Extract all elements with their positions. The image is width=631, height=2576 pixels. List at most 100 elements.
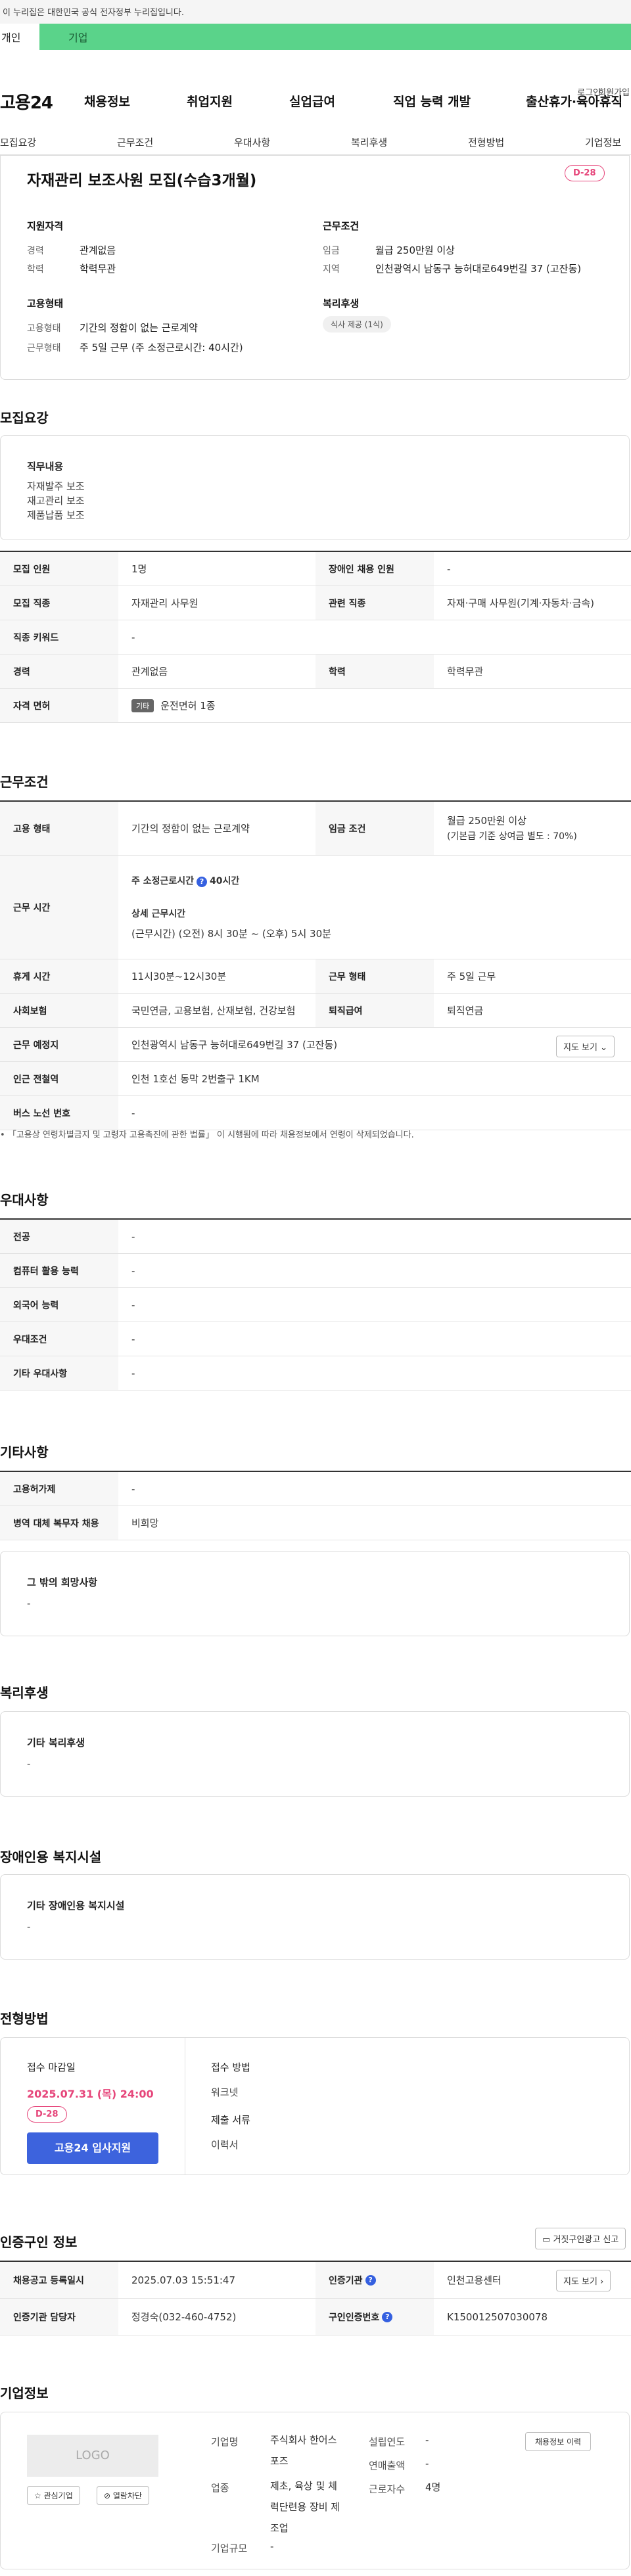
util-bar: 로그인 회원가입 (0, 50, 631, 98)
welfare-etc-label: 기타 복리후생 (27, 1737, 85, 1749)
disability-section-title: 장애인용 복지시설 (0, 1849, 102, 1865)
employees-value: 4명 (425, 2481, 441, 2493)
tab-personal[interactable]: 개인 (0, 24, 39, 50)
map-button[interactable]: 지도 보기 › (556, 2270, 611, 2291)
major-label: 전공 (0, 1220, 118, 1253)
section-subnav: 모집요강 근무조건 우대사항 복리후생 전형방법 기업정보 (0, 129, 631, 155)
cert-number-label: 구인인증번호? (316, 2299, 434, 2335)
duty-item: 자재발주 보조 (27, 480, 85, 492)
related-category-value: 자재·구매 사무원(기계·자동차·금속) (447, 597, 594, 609)
cert-manager-value: 정경숙(032-460-4752) (131, 2311, 237, 2323)
subnav-recruit[interactable]: 모집요강 (0, 135, 36, 149)
welfare-card: 기타 복리후생 - (0, 1711, 630, 1797)
sales-label: 연매출액 (369, 2460, 406, 2472)
site-logo[interactable]: 고용24 (0, 89, 53, 114)
station-label: 인근 전철역 (0, 1062, 118, 1095)
subnav-company[interactable]: 기업정보 (585, 135, 621, 149)
menu-job-info[interactable]: 채용정보 (84, 92, 130, 110)
subnav-screening[interactable]: 전형방법 (468, 135, 504, 149)
workplace-label: 근무 예정지 (0, 1028, 118, 1061)
language-label: 외국어 능력 (0, 1288, 118, 1322)
method-value: 워크넷 (211, 2086, 239, 2098)
job-history-button[interactable]: 채용정보 이력 (525, 2432, 592, 2451)
established-value: - (425, 2434, 429, 2446)
emp-key: 고용형태 (27, 323, 61, 334)
cert-number-value: K150012507030078 (447, 2311, 548, 2323)
table-row: 컴퓨터 활용 능력 - (0, 1254, 631, 1288)
subnav-welfare[interactable]: 복리후생 (351, 135, 387, 149)
disabled-count-label: 장애인 채용 인원 (316, 552, 434, 586)
career-label: 경력 (0, 655, 118, 688)
cond-key: 임금 (323, 246, 340, 256)
screening-section-title: 전형방법 (0, 2011, 49, 2027)
emp-value: 주 5일 근무 (주 소정근로시간: 40시간) (80, 342, 243, 354)
duty-item: 재고관리 보조 (27, 495, 85, 507)
block-button[interactable]: ⊘ 열람차단 (97, 2486, 150, 2505)
table-row: 자격 면허 기타 운전면허 1종 (0, 689, 631, 723)
hope-card: 그 밖의 희망사항 - (0, 1551, 630, 1636)
summary-card: 자재관리 보조사원 모집(수습3개월) D-28 지원자격 경력 관계없음 학력… (0, 155, 630, 380)
map-button[interactable]: 지도 보기 ⌄ (556, 1036, 615, 1057)
qual-value: 관계없음 (80, 244, 116, 256)
recruit-table: 모집 인원 1명 장애인 채용 인원 - 모집 직종 자재관리 사무원 관련 직… (0, 551, 631, 723)
pref-condition-value: - (131, 1333, 135, 1345)
subnav-preference[interactable]: 우대사항 (234, 135, 270, 149)
major-value: - (131, 1230, 135, 1243)
qual-key: 학력 (27, 264, 44, 275)
docs-label: 제출 서류 (211, 2114, 250, 2126)
menu-job-training[interactable]: 직업 능력 개발 (393, 92, 471, 110)
docs-value: 이력서 (211, 2139, 239, 2151)
recruit-section-title: 모집요강 (0, 410, 49, 426)
age-notice: • 「고용상 연령차별금지 및 고령자 고용촉진에 관한 법률」 이 시행됨에 … (0, 1130, 414, 1140)
block-icon: ⊘ (104, 2491, 111, 2500)
disability-label: 기타 장애인용 복지시설 (27, 1900, 125, 1912)
interest-button-label: 관심기업 (43, 2491, 73, 2500)
company-name-value: 주식회사 한어스포즈 (270, 2434, 337, 2467)
member-tabs: 개인 기업 (0, 24, 631, 50)
job-title: 자재관리 보조사원 모집(수습3개월) (27, 172, 257, 189)
emp-key: 근무형태 (27, 343, 61, 354)
map-button-label: 지도 보기 (563, 1043, 597, 1053)
reg-date-label: 채용공고 등록일시 (0, 2262, 118, 2298)
education-label: 학력 (316, 655, 434, 688)
work-form-label: 근무 형태 (316, 959, 434, 993)
interest-button[interactable]: ☆ 관심기업 (27, 2486, 80, 2505)
subnav-work[interactable]: 근무조건 (117, 135, 153, 149)
duty-label: 직무내용 (27, 461, 64, 472)
pref-table: 전공 - 컴퓨터 활용 능력 - 외국어 능력 - 우대조건 - 기타 우대사항 - (0, 1218, 631, 1391)
bus-label: 버스 노선 번호 (0, 1096, 118, 1130)
table-row: 휴게 시간 11시30분~12시30분 근무 형태 주 5일 근무 (0, 959, 631, 994)
work-form-value: 주 5일 근무 (447, 971, 496, 982)
info-icon[interactable]: ? (197, 877, 208, 887)
info-icon[interactable]: ? (382, 2311, 393, 2322)
apply-button[interactable]: 고용24 입사지원 (27, 2132, 158, 2164)
wage-note: (기본급 기준 상여금 별도 : 70%) (447, 831, 577, 842)
menu-unemployment-benefit[interactable]: 실업급여 (289, 92, 335, 110)
etc-section-title: 기타사항 (0, 1444, 49, 1460)
hours-weekly-label: 주 소정근로시간 (131, 876, 195, 886)
menu-employment-support[interactable]: 취업지원 (187, 92, 233, 110)
info-icon[interactable]: ? (365, 2274, 376, 2286)
license-value-cell: 기타 운전면허 1종 (118, 689, 631, 722)
block-button-label: 열람차단 (112, 2491, 143, 2500)
hope-label: 그 밖의 희망사항 (27, 1576, 98, 1588)
wage-value: 월급 250만원 이상 (447, 814, 526, 827)
computer-label: 컴퓨터 활용 능력 (0, 1254, 118, 1287)
cert-org-label-text: 인증기관 (329, 2275, 363, 2286)
table-row: 고용 형태 기간의 정함이 없는 근로계약 임금 조건 월급 250만원 이상 … (0, 802, 631, 856)
emp-label: 고용형태 (27, 298, 64, 310)
map-button-label: 지도 보기 (563, 2277, 597, 2287)
chevron-right-icon: › (600, 2277, 604, 2287)
company-logo: LOGO (27, 2435, 158, 2477)
emp-type-label: 고용 형태 (0, 802, 118, 855)
language-value: - (131, 1299, 135, 1311)
employees-label: 근로자수 (369, 2483, 406, 2495)
report-button[interactable]: ▭ 거짓구인광고 신고 (535, 2228, 626, 2249)
duty-list: 자재발주 보조 재고관리 보조 제품납품 보조 (27, 479, 85, 522)
disability-card: 기타 장애인용 복지시설 - (0, 1874, 630, 1960)
menu-parental-leave[interactable]: 출산휴가·육아휴직 (526, 92, 622, 110)
cert-manager-label: 인증기관 담당자 (0, 2299, 118, 2335)
qual-key: 경력 (27, 246, 44, 256)
tab-company[interactable]: 기업 (39, 24, 631, 50)
pref-condition-label: 우대조건 (0, 1322, 118, 1356)
